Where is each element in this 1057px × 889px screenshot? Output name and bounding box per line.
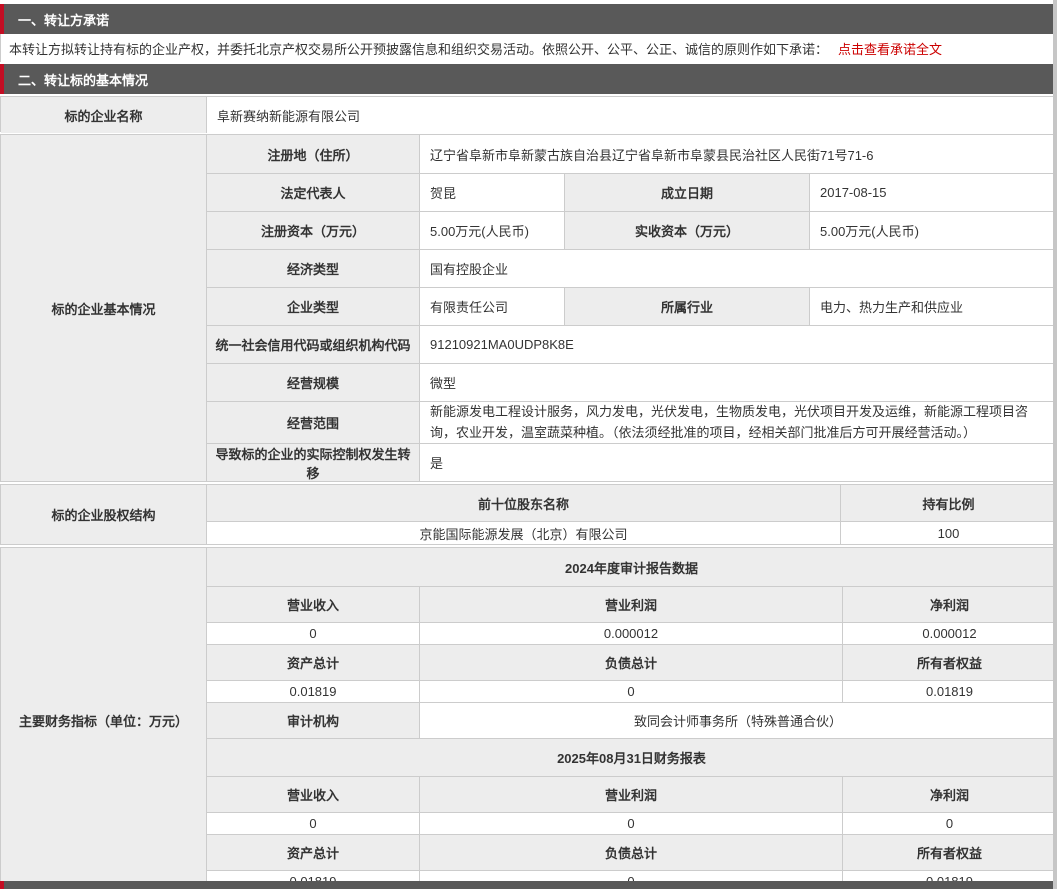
operating-profit-header: 营业利润 (420, 777, 843, 812)
table-row: 企业类型 有限责任公司 所属行业 电力、热力生产和供应业 (207, 287, 1056, 325)
revenue-value: 0 (207, 813, 420, 834)
table-row: 法定代表人 贺昆 成立日期 2017-08-15 (207, 173, 1056, 211)
holding-ratio: 100 (841, 522, 1056, 544)
paid-capital-value: 5.00万元(人民币) (810, 212, 1056, 249)
reg-address-label: 注册地（住所） (207, 135, 420, 173)
finance-header-row: 营业收入 营业利润 净利润 (207, 586, 1056, 622)
section-1-title: 一、转让方承诺 (18, 10, 109, 29)
red-accent-bar (0, 4, 4, 34)
table-row: 注册地（住所） 辽宁省阜新市阜新蒙古族自治县辽宁省阜新市阜蒙县民治社区人民街71… (207, 135, 1056, 173)
revenue-value: 0 (207, 623, 420, 644)
equity-section-label: 标的企业股权结构 (1, 485, 207, 544)
industry-value: 电力、热力生产和供应业 (810, 288, 1056, 325)
legal-rep-label: 法定代表人 (207, 174, 420, 211)
table-row: 经营规模 微型 (207, 363, 1056, 401)
audit-firm-value: 致同会计师事务所（特殊普通合伙） (420, 703, 1056, 738)
finance-block-title-row: 2025年08月31日财务报表 (207, 738, 1056, 776)
section-3-header-bar-partial (0, 881, 1057, 889)
audit-firm-row: 审计机构 致同会计师事务所（特殊普通合伙） (207, 702, 1056, 738)
total-liabilities-header: 负债总计 (420, 645, 843, 680)
operating-profit-value: 0 (420, 813, 843, 834)
business-scope-label: 经营范围 (207, 402, 420, 443)
scale-label: 经营规模 (207, 364, 420, 401)
finance-value-row: 0 0.000012 0.000012 (207, 622, 1056, 644)
total-assets-header: 资产总计 (207, 645, 420, 680)
total-liabilities-header: 负债总计 (420, 835, 843, 870)
audit-firm-label: 审计机构 (207, 703, 420, 738)
view-commitment-link[interactable]: 点击查看承诺全文 (838, 39, 942, 58)
reg-capital-label: 注册资本（万元） (207, 212, 420, 249)
section-2-header-bar: 二、转让标的基本情况 (0, 64, 1057, 94)
company-name-label: 标的企业名称 (1, 97, 207, 133)
reg-capital-value: 5.00万元(人民币) (420, 212, 565, 249)
owners-equity-value: 0.01819 (843, 681, 1056, 702)
finance-section-label: 主要财务指标（单位：万元） (1, 548, 207, 889)
scale-value: 微型 (420, 364, 1056, 401)
net-profit-header: 净利润 (843, 777, 1056, 812)
red-accent-bar (0, 881, 4, 889)
total-liabilities-value: 0 (420, 681, 843, 702)
net-profit-value: 0 (843, 813, 1056, 834)
company-name-row: 标的企业名称 阜新赛纳新能源有限公司 (0, 96, 1057, 132)
section-1-header-bar: 一、转让方承诺 (0, 4, 1057, 34)
control-transfer-value: 是 (420, 444, 1056, 481)
finance-2024-title: 2024年度审计报告数据 (207, 548, 1056, 586)
holding-ratio-header: 持有比例 (841, 485, 1056, 521)
commitment-row: 本转让方拟转让持有标的企业产权，并委托北京产权交易所公开预披露信息和组织交易活动… (0, 34, 1057, 62)
basic-info-section-label: 标的企业基本情况 (1, 135, 207, 481)
owners-equity-header: 所有者权益 (843, 835, 1056, 870)
section-2-title: 二、转让标的基本情况 (18, 70, 148, 89)
credit-code-label: 统一社会信用代码或组织机构代码 (207, 326, 420, 363)
finance-header-row: 资产总计 负债总计 所有者权益 (207, 644, 1056, 680)
basic-info-group: 标的企业基本情况 注册地（住所） 辽宁省阜新市阜新蒙古族自治县辽宁省阜新市阜蒙县… (0, 134, 1057, 482)
table-row: 导致标的企业的实际控制权发生转移 是 (207, 443, 1056, 481)
shareholder-name: 京能国际能源发展（北京）有限公司 (207, 522, 841, 544)
legal-rep-value: 贺昆 (420, 174, 565, 211)
found-date-value: 2017-08-15 (810, 174, 1056, 211)
table-row: 注册资本（万元） 5.00万元(人民币) 实收资本（万元） 5.00万元(人民币… (207, 211, 1056, 249)
net-profit-value: 0.000012 (843, 623, 1056, 644)
commitment-text: 本转让方拟转让持有标的企业产权，并委托北京产权交易所公开预披露信息和组织交易活动… (9, 39, 828, 58)
total-assets-header: 资产总计 (207, 835, 420, 870)
revenue-header: 营业收入 (207, 777, 420, 812)
control-transfer-label: 导致标的企业的实际控制权发生转移 (207, 444, 420, 481)
paid-capital-label: 实收资本（万元） (565, 212, 810, 249)
economic-type-value: 国有控股企业 (420, 250, 1056, 287)
economic-type-label: 经济类型 (207, 250, 420, 287)
net-profit-header: 净利润 (843, 587, 1056, 622)
finance-header-row: 营业收入 营业利润 净利润 (207, 776, 1056, 812)
finance-value-row: 0.01819 0 0.01819 (207, 680, 1056, 702)
operating-profit-header: 营业利润 (420, 587, 843, 622)
finance-header-row: 资产总计 负债总计 所有者权益 (207, 834, 1056, 870)
equity-structure-group: 标的企业股权结构 前十位股东名称 持有比例 京能国际能源发展（北京）有限公司 1… (0, 484, 1057, 545)
table-row: 经营范围 新能源发电工程设计服务，风力发电，光伏发电，生物质发电，光伏项目开发及… (207, 401, 1056, 443)
credit-code-value: 91210921MA0UDP8K8E (420, 326, 1056, 363)
shareholder-name-header: 前十位股东名称 (207, 485, 841, 521)
red-accent-bar (0, 64, 4, 94)
business-scope-value: 新能源发电工程设计服务，风力发电，光伏发电，生物质发电，光伏项目开发及运维，新能… (420, 402, 1056, 443)
reg-address-value: 辽宁省阜新市阜新蒙古族自治县辽宁省阜新市阜蒙县民治社区人民街71号71-6 (420, 135, 1056, 173)
owners-equity-header: 所有者权益 (843, 645, 1056, 680)
table-row: 经济类型 国有控股企业 (207, 249, 1056, 287)
enterprise-type-label: 企业类型 (207, 288, 420, 325)
industry-label: 所属行业 (565, 288, 810, 325)
financial-indicators-group: 主要财务指标（单位：万元） 2024年度审计报告数据 营业收入 营业利润 净利润… (0, 547, 1057, 889)
transfer-listing-page: 一、转让方承诺 本转让方拟转让持有标的企业产权，并委托北京产权交易所公开预披露信… (0, 0, 1057, 889)
shareholder-row: 京能国际能源发展（北京）有限公司 100 (207, 521, 1056, 544)
total-assets-value: 0.01819 (207, 681, 420, 702)
table-row: 统一社会信用代码或组织机构代码 91210921MA0UDP8K8E (207, 325, 1056, 363)
revenue-header: 营业收入 (207, 587, 420, 622)
finance-2025-title: 2025年08月31日财务报表 (207, 739, 1056, 776)
operating-profit-value: 0.000012 (420, 623, 843, 644)
enterprise-type-value: 有限责任公司 (420, 288, 565, 325)
finance-value-row: 0 0 0 (207, 812, 1056, 834)
finance-block-title-row: 2024年度审计报告数据 (207, 548, 1056, 586)
equity-header-row: 前十位股东名称 持有比例 (207, 485, 1056, 521)
company-name-value: 阜新赛纳新能源有限公司 (207, 97, 1056, 133)
found-date-label: 成立日期 (565, 174, 810, 211)
page-right-edge (1053, 0, 1057, 889)
